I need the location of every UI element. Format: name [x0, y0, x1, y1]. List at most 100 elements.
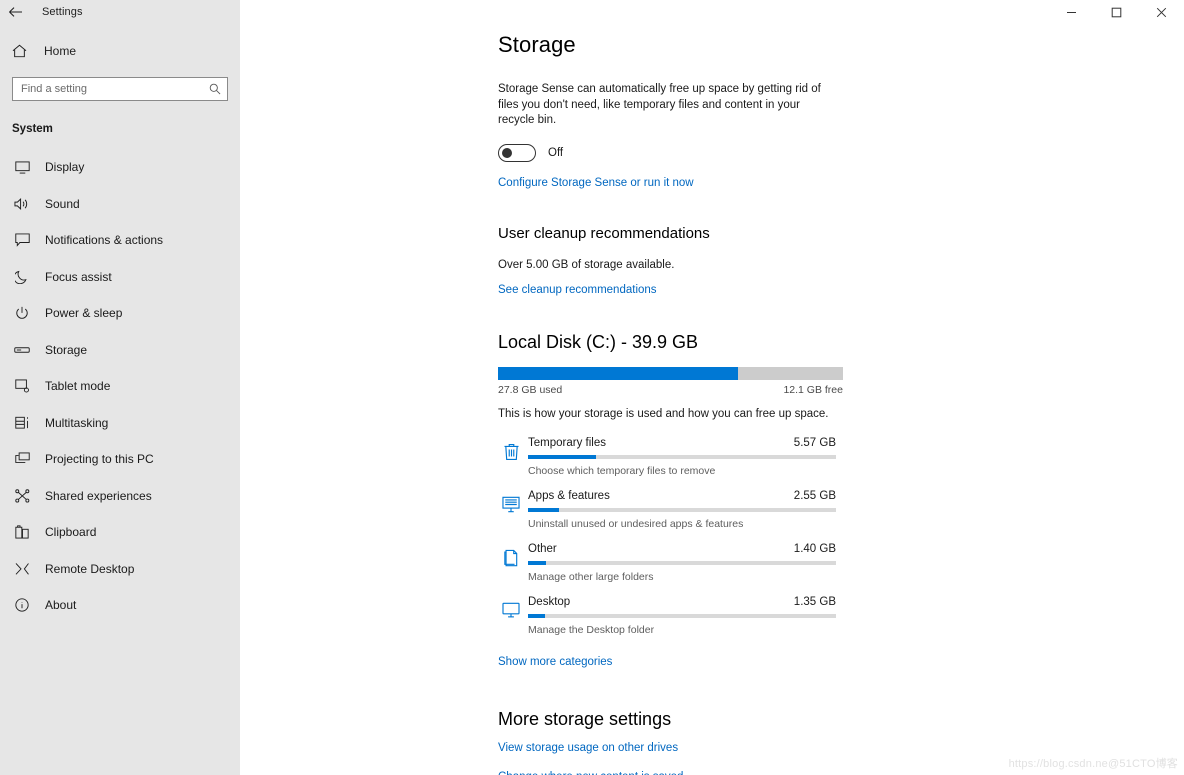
storage-category-bar [528, 561, 836, 565]
more-storage-settings-link[interactable]: View storage usage on other drives [498, 742, 843, 754]
sidebar-item-shared-experiences-label: Shared experiences [45, 489, 152, 503]
sidebar-item-focus-assist[interactable]: Focus assist [0, 259, 240, 296]
clipboard-icon [12, 525, 32, 539]
apps-icon [498, 490, 524, 513]
disk-used-label: 27.8 GB used [498, 384, 562, 396]
sidebar-item-shared-experiences[interactable]: Shared experiences [0, 478, 240, 515]
minimize-icon[interactable] [1049, 0, 1094, 24]
storage-category-body: Temporary files5.57 GBChoose which tempo… [524, 437, 843, 477]
home-icon [12, 44, 34, 58]
folder-icon [498, 543, 524, 567]
info-icon [12, 598, 32, 612]
disk-usage-legend: 27.8 GB used 12.1 GB free [498, 384, 843, 396]
title-bar: Settings [0, 0, 1184, 24]
sidebar-item-remote-desktop-label: Remote Desktop [45, 562, 134, 576]
sidebar-item-display-label: Display [45, 160, 84, 174]
toggle-knob [502, 148, 512, 158]
storage-sense-toggle[interactable] [498, 144, 536, 162]
sidebar-item-clipboard[interactable]: Clipboard [0, 514, 240, 551]
more-storage-settings-link[interactable]: Change where new content is saved [498, 771, 843, 775]
local-disk-heading: Local Disk (C:) - 39.9 GB [498, 332, 843, 353]
sidebar-item-multitasking[interactable]: Multitasking [0, 405, 240, 442]
moon-icon [12, 270, 32, 284]
storage-category-row[interactable]: Other1.40 GB Manage other large folders [498, 543, 843, 596]
storage-category-header: Desktop1.35 GB [528, 596, 836, 608]
disk-usage-bar [498, 367, 843, 380]
storage-category-bar [528, 508, 836, 512]
watermark-tag: @51CTO博客 [1108, 758, 1178, 770]
title-bar-left: Settings [0, 0, 240, 24]
storage-page: Storage Storage Sense can automatically … [498, 32, 843, 775]
see-cleanup-recommendations-link[interactable]: See cleanup recommendations [498, 284, 657, 296]
storage-category-header: Other1.40 GB [528, 543, 836, 555]
storage-icon [12, 345, 32, 355]
storage-category-subtitle: Uninstall unused or undesired apps & fea… [528, 518, 843, 530]
storage-category-size: 5.57 GB [794, 437, 836, 449]
sidebar-item-sound[interactable]: Sound [0, 186, 240, 223]
main-content: Storage Storage Sense can automatically … [240, 0, 1184, 775]
monitor-icon [12, 161, 32, 174]
more-storage-settings-heading: More storage settings [498, 709, 843, 730]
power-icon [12, 306, 32, 320]
storage-category-bar-fill [528, 455, 596, 459]
sidebar-item-sound-label: Sound [45, 197, 80, 211]
storage-category-row[interactable]: Desktop1.35 GB Manage the Desktop folder [498, 596, 843, 649]
storage-category-subtitle: Manage the Desktop folder [528, 624, 843, 636]
multitasking-icon [12, 416, 32, 430]
storage-category-bar-fill [528, 561, 546, 565]
projecting-icon [12, 452, 32, 466]
sidebar-item-remote-desktop[interactable]: Remote Desktop [0, 551, 240, 588]
show-more-categories-link[interactable]: Show more categories [498, 656, 612, 668]
close-icon[interactable] [1139, 0, 1184, 24]
page-title: Storage [498, 32, 843, 58]
storage-category-row[interactable]: Apps & features2.55 GB Uninstall unused o… [498, 490, 843, 543]
search-input[interactable] [12, 77, 228, 101]
disk-usage-fill [498, 367, 738, 380]
storage-category-bar [528, 614, 836, 618]
storage-category-name: Desktop [528, 596, 570, 608]
storage-category-body: Apps & features2.55 GB Uninstall unused o… [524, 490, 843, 530]
search-icon[interactable] [209, 83, 221, 95]
sidebar-item-tablet-mode-label: Tablet mode [45, 379, 110, 393]
sidebar-group-title: System [0, 123, 240, 135]
storage-category-subtitle: Manage other large folders [528, 571, 843, 583]
sidebar-item-storage[interactable]: Storage [0, 332, 240, 369]
trash-icon [498, 437, 524, 461]
back-arrow-icon[interactable] [0, 0, 30, 24]
sidebar-item-clipboard-label: Clipboard [45, 525, 96, 539]
storage-category-size: 2.55 GB [794, 490, 836, 502]
sidebar-item-home[interactable]: Home [0, 34, 240, 68]
sidebar-item-power-sleep[interactable]: Power & sleep [0, 295, 240, 332]
search-field[interactable] [21, 83, 209, 95]
storage-sense-toggle-state: Off [548, 147, 563, 159]
storage-category-body: Other1.40 GB Manage other large folders [524, 543, 843, 583]
storage-category-bar-fill [528, 508, 559, 512]
sidebar-item-power-sleep-label: Power & sleep [45, 306, 122, 320]
speaker-icon [12, 197, 32, 211]
sidebar: Home System Display [0, 0, 240, 775]
configure-storage-sense-link[interactable]: Configure Storage Sense or run it now [498, 177, 694, 189]
storage-category-row[interactable]: Temporary files5.57 GBChoose which tempo… [498, 437, 843, 490]
storage-category-header: Apps & features2.55 GB [528, 490, 836, 502]
sidebar-item-about[interactable]: About [0, 587, 240, 624]
sidebar-item-projecting-label: Projecting to this PC [45, 452, 154, 466]
sidebar-item-notifications[interactable]: Notifications & actions [0, 222, 240, 259]
sidebar-item-storage-label: Storage [45, 343, 87, 357]
storage-sense-toggle-row: Off [498, 144, 843, 162]
storage-category-subtitle: Choose which temporary files to remove [528, 465, 843, 477]
watermark-url: https://blog.csdn.ne [1009, 758, 1108, 770]
notification-icon [12, 233, 32, 247]
watermark: https://blog.csdn.ne@51CTO博客 [1009, 755, 1178, 771]
sidebar-item-display[interactable]: Display [0, 149, 240, 186]
sidebar-item-multitasking-label: Multitasking [45, 416, 108, 430]
sidebar-item-about-label: About [45, 598, 76, 612]
maximize-icon[interactable] [1094, 0, 1139, 24]
sidebar-item-projecting[interactable]: Projecting to this PC [0, 441, 240, 478]
desktop-icon [498, 596, 524, 618]
sidebar-item-notifications-label: Notifications & actions [45, 233, 163, 247]
storage-category-bar [528, 455, 836, 459]
sidebar-item-tablet-mode[interactable]: Tablet mode [0, 368, 240, 405]
tablet-icon [12, 379, 32, 393]
share-icon [12, 489, 32, 503]
disk-usage-description: This is how your storage is used and how… [498, 407, 843, 423]
